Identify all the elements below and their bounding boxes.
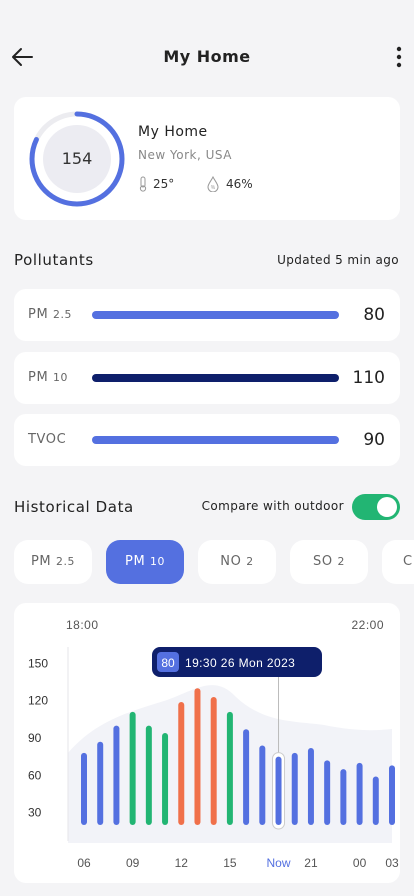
y-tick-label: 150 [28, 656, 48, 670]
tab-pm25[interactable]: PM 2.5 [14, 540, 92, 584]
historical-bar-chart[interactable]: 18:00 22:00 150 120 90 60 30 06 09 12 15 Now 21 00 03 8… [14, 603, 400, 883]
time-label-start: 18:00 [66, 618, 99, 632]
humidity-drop-icon: % [207, 176, 219, 192]
home-location: New York, USA [138, 148, 232, 162]
bar [243, 729, 250, 825]
y-tick-label: 60 [28, 768, 42, 782]
bar [145, 725, 152, 825]
bar [259, 745, 266, 825]
home-summary-card[interactable]: 154 My Home New York, USA 25° % 46% [14, 97, 400, 220]
tab-no2[interactable]: NO 2 [198, 540, 276, 584]
more-options-icon[interactable] [390, 44, 408, 70]
updated-time: Updated 5 min ago [277, 253, 399, 267]
pollutant-label: TVOC [28, 432, 67, 447]
bar [113, 725, 120, 825]
home-name: My Home [138, 124, 208, 140]
y-tick-label: 90 [28, 731, 42, 745]
pollutant-bar [92, 436, 339, 444]
bar [389, 765, 395, 825]
tab-so2[interactable]: SO 2 [290, 540, 368, 584]
pollutant-label: PM 10 [28, 370, 68, 385]
historical-data-title: Historical Data [14, 498, 134, 516]
bar [162, 733, 169, 825]
tab-co-partial[interactable]: C [382, 540, 414, 584]
time-label-end: 22:00 [351, 618, 384, 632]
y-tick-label: 30 [28, 806, 42, 820]
tab-pm10[interactable]: PM 10 [106, 540, 184, 584]
pollutant-row-tvoc[interactable]: TVOC 90 [14, 414, 400, 466]
bar [97, 741, 104, 825]
bar [291, 752, 298, 825]
bar [307, 747, 314, 825]
historical-chart-card[interactable]: 18:00 22:00 150 120 90 60 30 06 09 12 15 Now 21 00 03 8… [14, 603, 400, 883]
tooltip-text: 19:30 26 Mon 2023 [185, 656, 295, 670]
pollutant-bar [92, 374, 339, 382]
svg-text:%: % [211, 185, 216, 191]
pollutant-bar [92, 311, 339, 319]
temperature-value: 25° [153, 177, 175, 191]
bar [210, 696, 217, 825]
bar [178, 701, 185, 825]
pollutant-row-pm25[interactable]: PM 2.5 80 [14, 289, 400, 341]
bar [324, 760, 331, 825]
toggle-knob [377, 497, 397, 517]
bar [340, 769, 347, 825]
x-tick-label: 00 [353, 856, 367, 870]
pollutant-label: PM 2.5 [28, 307, 73, 322]
thermometer-icon [139, 176, 147, 192]
pollutants-title: Pollutants [14, 251, 94, 269]
pollutant-value: 80 [363, 305, 385, 325]
humidity-value: 46% [226, 177, 253, 191]
bar [356, 762, 363, 825]
x-tick-label: 15 [223, 856, 237, 870]
bar [129, 711, 136, 825]
pollutant-row-pm10[interactable]: PM 10 110 [14, 352, 400, 404]
bar [275, 756, 282, 825]
tooltip-value: 80 [161, 656, 175, 670]
pollutant-value: 110 [352, 368, 385, 388]
compare-outdoor-label: Compare with outdoor [201, 499, 344, 513]
aqi-value: 154 [61, 149, 93, 168]
y-tick-label: 120 [28, 694, 48, 708]
x-tick-label-now: Now [267, 856, 291, 870]
bar [372, 776, 379, 825]
pollutant-value: 90 [363, 430, 385, 450]
bar [81, 752, 87, 825]
x-tick-label: 09 [126, 856, 140, 870]
x-tick-label: 21 [304, 856, 318, 870]
bar [226, 711, 233, 825]
x-tick-label: 06 [77, 856, 91, 870]
x-tick-label: 03 [385, 856, 399, 870]
bar [194, 688, 201, 825]
compare-outdoor-toggle[interactable] [352, 494, 400, 520]
x-tick-label: 12 [175, 856, 189, 870]
page-title: My Home [163, 47, 251, 66]
header: My Home [0, 0, 414, 100]
